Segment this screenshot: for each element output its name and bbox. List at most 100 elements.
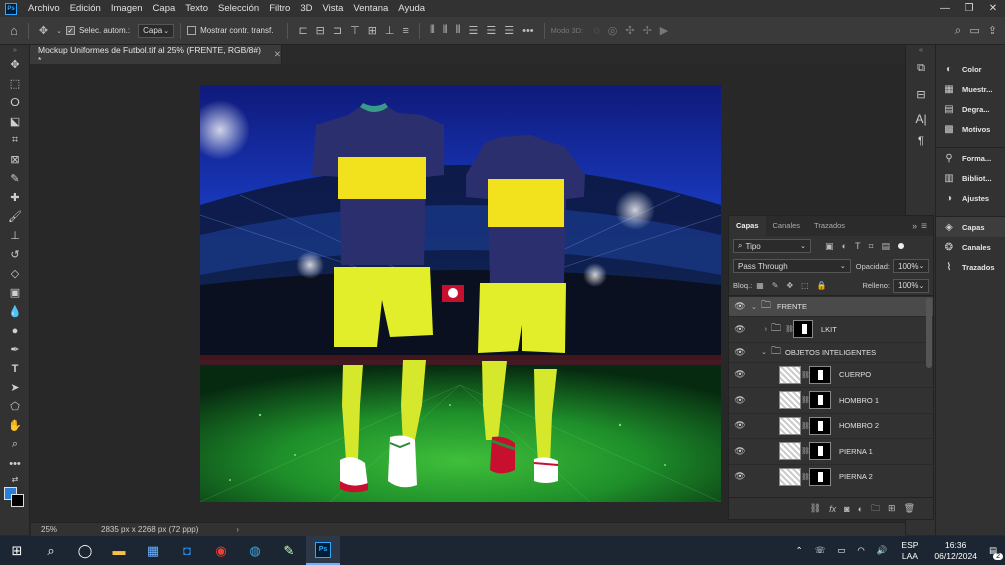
- zoom-level[interactable]: 25%: [41, 525, 101, 534]
- menu-imagen[interactable]: Imagen: [106, 0, 148, 17]
- windows-start-icon[interactable]: ⊞: [0, 536, 34, 565]
- visibility-eye-icon[interactable]: 👁: [729, 420, 751, 431]
- auto-select-checkbox[interactable]: ✓: [65, 26, 75, 35]
- search-icon[interactable]: ⌕: [34, 536, 68, 565]
- panel-libraries[interactable]: ▥ Bibliot...: [936, 168, 1005, 188]
- visibility-eye-icon[interactable]: 👁: [729, 446, 751, 457]
- mockup-image[interactable]: [200, 85, 721, 502]
- align-top-icon[interactable]: ⊤: [350, 24, 360, 37]
- visibility-eye-icon[interactable]: 👁: [729, 395, 751, 406]
- layer-filter-dropdown[interactable]: ⌕ Tipo ⌄: [733, 239, 811, 253]
- chevron-down-icon[interactable]: ⌄: [751, 303, 761, 311]
- pen-tool-icon[interactable]: ✒: [0, 340, 30, 359]
- fx-icon[interactable]: fx: [829, 504, 836, 514]
- filter-pixel-icon[interactable]: ▣: [825, 241, 834, 252]
- align-left-icon[interactable]: ⊏: [298, 24, 307, 37]
- chevron-right-icon[interactable]: ›: [751, 326, 767, 333]
- panel-channels[interactable]: ❂ Canales: [936, 237, 1005, 257]
- panel-paths[interactable]: ⌇ Trazados: [936, 257, 1005, 277]
- paint-icon[interactable]: ✎: [272, 536, 306, 565]
- filter-adjustment-icon[interactable]: ◐: [842, 241, 847, 251]
- visibility-eye-icon[interactable]: 👁: [729, 369, 751, 380]
- history-panel-icon[interactable]: ⧉: [906, 55, 936, 81]
- layer-mask-thumbnail[interactable]: [809, 467, 831, 486]
- menu-ayuda[interactable]: Ayuda: [393, 0, 430, 17]
- store-icon[interactable]: ▦: [136, 536, 170, 565]
- auto-select-option[interactable]: ✓ Selec. autom.:: [65, 26, 130, 35]
- panel-menu-icon[interactable]: ≡: [921, 221, 927, 232]
- panel-patterns[interactable]: ▩ Motivos: [936, 119, 1005, 139]
- opacity-input[interactable]: 100% ⌄: [893, 259, 929, 273]
- new-group-icon[interactable]: 🗀: [871, 501, 880, 517]
- battery-icon[interactable]: ▭: [837, 545, 845, 556]
- layer-row-hombro-1[interactable]: 👁 ⛓ HOMBRO 1: [729, 387, 933, 413]
- path-select-icon[interactable]: ➤: [0, 378, 30, 397]
- chevron-down-icon[interactable]: ⌄: [56, 27, 62, 35]
- outlook-icon[interactable]: ◘: [170, 536, 204, 565]
- collapse-icon[interactable]: «: [906, 45, 936, 55]
- smart-object-thumbnail[interactable]: [779, 416, 801, 435]
- menu-edicion[interactable]: Edición: [65, 0, 106, 17]
- trash-icon[interactable]: 🗑: [904, 503, 915, 514]
- chevron-right-icon[interactable]: ›: [236, 525, 239, 534]
- panel-layers[interactable]: ◈ Capas: [936, 217, 1005, 237]
- drag-3d-icon[interactable]: ✣: [625, 24, 634, 37]
- brush-tool-icon[interactable]: 🖌: [0, 207, 30, 226]
- wifi-icon[interactable]: ◠: [857, 545, 864, 556]
- smart-object-thumbnail[interactable]: [779, 365, 801, 384]
- color-swatches[interactable]: [0, 485, 29, 511]
- healing-brush-icon[interactable]: ✚: [0, 188, 30, 207]
- lock-position-icon[interactable]: ✥: [786, 281, 793, 290]
- tab-channels[interactable]: Canales: [766, 216, 808, 236]
- background-color-swatch[interactable]: [11, 494, 24, 507]
- swap-colors-icon[interactable]: ⇄: [0, 473, 30, 485]
- language-indicator[interactable]: ESP LAA: [901, 540, 918, 562]
- dodge-tool-icon[interactable]: ●: [0, 321, 30, 340]
- clone-stamp-icon[interactable]: ⊥: [0, 226, 30, 245]
- adjustment-layer-icon[interactable]: ◐: [858, 504, 863, 514]
- lock-transparency-icon[interactable]: ▦: [756, 281, 764, 290]
- panel-adjustments[interactable]: ◑ Ajustes: [936, 188, 1005, 208]
- shape-tool-icon[interactable]: ⬠: [0, 397, 30, 416]
- close-tab-icon[interactable]: ✕: [274, 49, 281, 60]
- menu-texto[interactable]: Texto: [180, 0, 213, 17]
- search-icon[interactable]: ⌕: [955, 23, 962, 38]
- type-tool-icon[interactable]: T: [0, 359, 30, 378]
- menu-capa[interactable]: Capa: [148, 0, 181, 17]
- panel-color[interactable]: ◐ Color: [936, 59, 1005, 79]
- share-icon[interactable]: ⇪: [988, 24, 997, 37]
- tab-layers[interactable]: Capas: [729, 216, 766, 236]
- layer-mask-thumbnail[interactable]: [809, 442, 831, 461]
- visibility-eye-icon[interactable]: 👁: [729, 347, 751, 358]
- layers-scrollbar[interactable]: [926, 298, 932, 368]
- add-mask-icon[interactable]: ◙: [844, 504, 849, 514]
- history-brush-icon[interactable]: ↺: [0, 245, 30, 264]
- new-layer-icon[interactable]: ⊞: [888, 503, 896, 514]
- move-tool-icon[interactable]: ✥: [39, 24, 48, 37]
- distribute-right-icon[interactable]: ⦀: [456, 24, 461, 37]
- meet-icon[interactable]: ☏: [815, 545, 826, 556]
- link-layers-icon[interactable]: ⛓: [810, 503, 821, 514]
- layer-mask-thumbnail[interactable]: [809, 416, 831, 435]
- menu-3d[interactable]: 3D: [295, 0, 317, 17]
- gradient-tool-icon[interactable]: ▣: [0, 283, 30, 302]
- task-view-icon[interactable]: ◯: [68, 536, 102, 565]
- filter-toggle-icon[interactable]: [898, 243, 905, 249]
- distribute-center-icon[interactable]: ⦀: [443, 24, 448, 37]
- filter-smart-icon[interactable]: ▤: [882, 241, 891, 252]
- filter-shape-icon[interactable]: ⌗: [868, 241, 873, 252]
- layer-mask-thumbnail[interactable]: [809, 365, 831, 384]
- lasso-tool-icon[interactable]: ⵔ: [0, 93, 30, 112]
- lock-artboard-icon[interactable]: ⬚: [801, 281, 809, 290]
- layer-mask-thumbnail[interactable]: [809, 391, 831, 410]
- distribute-top-icon[interactable]: ☰: [468, 24, 478, 37]
- home-icon[interactable]: ⌂: [10, 23, 18, 38]
- crop-tool-icon[interactable]: ⌗: [0, 131, 30, 150]
- layer-row-hombro-2[interactable]: 👁 ⛓ HOMBRO 2: [729, 412, 933, 439]
- distribute-left-icon[interactable]: ⦀: [430, 24, 435, 37]
- layer-row-pierna-1[interactable]: 👁 ⛓ PIERNA 1: [729, 438, 933, 464]
- transform-controls-checkbox[interactable]: [187, 26, 197, 35]
- align-right-icon[interactable]: ⊐: [333, 24, 342, 37]
- menu-ventana[interactable]: Ventana: [348, 0, 393, 17]
- marquee-tool-icon[interactable]: ⬚: [0, 74, 30, 93]
